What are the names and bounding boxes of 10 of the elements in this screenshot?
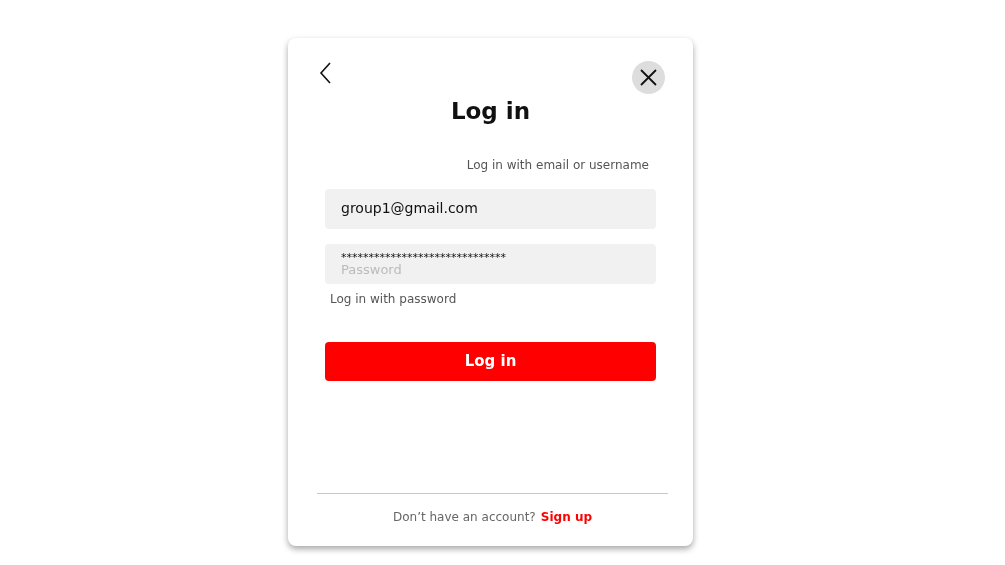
close-icon	[640, 69, 657, 86]
dialog-title: Log in	[449, 98, 532, 126]
email-field[interactable]: group1@gmail.com	[325, 188, 656, 229]
back-icon[interactable]	[318, 60, 334, 86]
password-login-link[interactable]: Log in with password	[330, 289, 457, 308]
login-button[interactable]: Log in	[325, 341, 656, 381]
email-login-link[interactable]: Log in with email or username	[466, 155, 649, 174]
close-button[interactable]	[632, 61, 665, 94]
signup-prompt: Don’t have an account?	[393, 510, 536, 524]
signup-link[interactable]: Sign up	[540, 510, 592, 524]
